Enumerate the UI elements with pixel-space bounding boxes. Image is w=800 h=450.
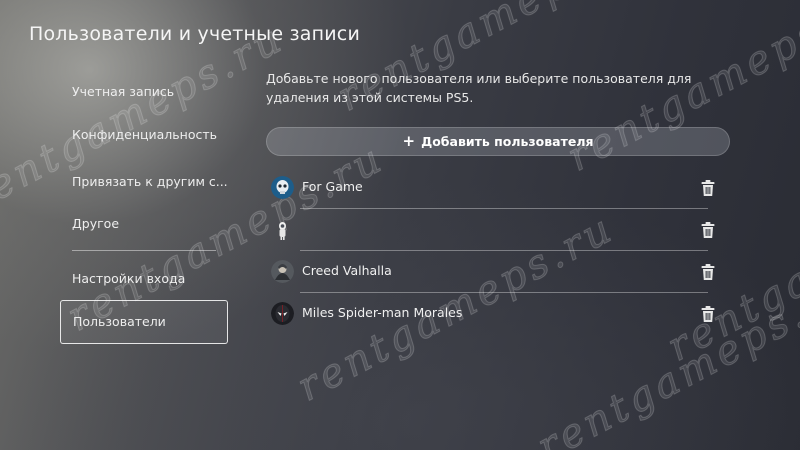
trash-icon[interactable] xyxy=(700,305,716,323)
skull-avatar xyxy=(271,176,294,199)
user-row[interactable]: Creed Valhalla xyxy=(270,251,730,293)
sidebar-item-link-services[interactable]: Привязать к другим с... xyxy=(60,174,228,189)
add-user-button[interactable]: + Добавить пользователя xyxy=(266,127,730,156)
user-name: Creed Valhalla xyxy=(302,263,392,278)
warrior-avatar xyxy=(271,260,294,283)
description-text: Добавьте нового пользователя или выберит… xyxy=(266,71,692,105)
sidebar-item-account[interactable]: Учетная запись xyxy=(60,84,228,99)
user-name: For Game xyxy=(302,179,363,194)
astronaut-avatar xyxy=(271,218,294,241)
user-row[interactable]: Miles Spider-man Morales xyxy=(270,293,730,335)
trash-icon[interactable] xyxy=(700,263,716,281)
user-name: Miles Spider-man Morales xyxy=(302,305,463,320)
sidebar-item-login-settings[interactable]: Настройки входа xyxy=(60,271,228,286)
plus-icon: + xyxy=(402,132,416,150)
trash-icon[interactable] xyxy=(700,179,716,197)
sidebar-item-other[interactable]: Другое xyxy=(60,216,228,231)
sidebar-divider xyxy=(72,250,216,251)
sidebar-item-privacy[interactable]: Конфиденциальность xyxy=(60,127,228,142)
page-title: Пользователи и учетные записи xyxy=(29,23,360,45)
add-user-button-label: Добавить пользователя xyxy=(421,134,594,149)
trash-icon[interactable] xyxy=(700,221,716,239)
sidebar-item-users[interactable]: Пользователи xyxy=(60,300,228,344)
user-row[interactable] xyxy=(270,209,730,251)
ps5-settings-screen: rentgameps.ru rentgameps.ru rentgameps.r… xyxy=(0,0,800,450)
spiderman-avatar xyxy=(271,302,294,325)
watermark-text: rentgameps.ru xyxy=(0,15,292,222)
user-row[interactable]: For Game xyxy=(270,167,730,209)
